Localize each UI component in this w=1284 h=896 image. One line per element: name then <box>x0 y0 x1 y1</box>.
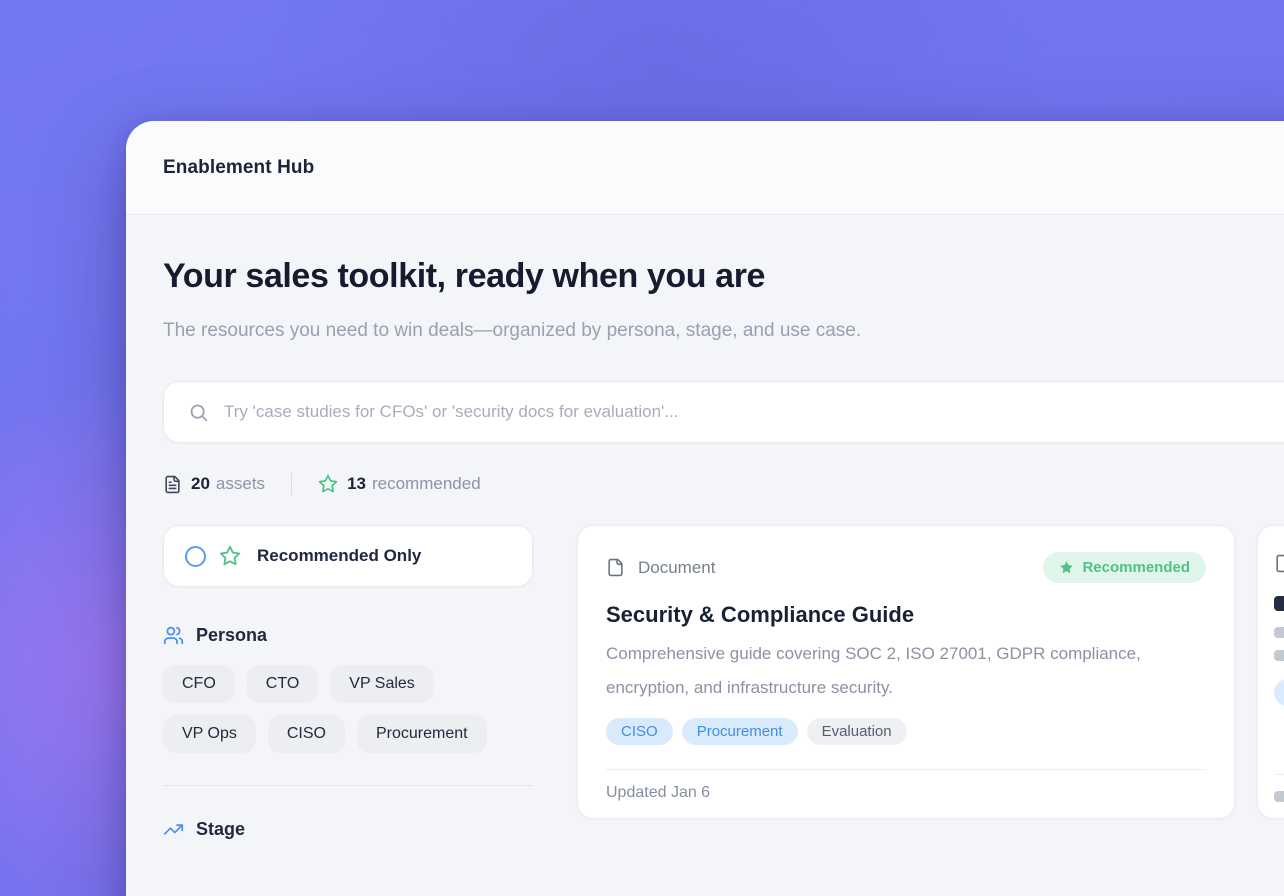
asset-type-label: Document <box>638 558 715 578</box>
persona-chips: CFO CTO VP Sales VP Ops CISO Procurement <box>163 665 533 753</box>
persona-chip-vp-ops[interactable]: VP Ops <box>163 715 256 753</box>
clipped-text-fragment <box>1274 627 1284 638</box>
assets-label: assets <box>216 474 265 493</box>
content-layout: Recommended Only Persona CFO CTO VP Sale… <box>163 525 1284 840</box>
stats-divider <box>291 473 292 495</box>
asset-cards: Document Recommended Security & Complian… <box>577 525 1284 819</box>
search-bar[interactable] <box>163 381 1284 443</box>
stage-section-label: Stage <box>196 819 245 840</box>
persona-chip-vp-sales[interactable]: VP Sales <box>330 665 434 703</box>
asset-card-security-compliance-guide[interactable]: Document Recommended Security & Complian… <box>577 525 1235 819</box>
asset-updated-date: Updated Jan 6 <box>606 769 1206 802</box>
recommended-count-group: 13 recommended <box>318 474 481 494</box>
page-subtitle: The resources you need to win deals—orga… <box>163 311 883 351</box>
main-content: Your sales toolkit, ready when you are T… <box>126 215 1284 840</box>
recommended-badge: Recommended <box>1043 552 1206 583</box>
tag-ciso: CISO <box>606 718 673 745</box>
asset-description: Comprehensive guide covering SOC 2, ISO … <box>606 637 1206 705</box>
persona-section-label: Persona <box>196 625 267 646</box>
star-icon <box>1059 560 1074 575</box>
clipped-title-fragment <box>1274 596 1284 611</box>
recommended-only-label: Recommended Only <box>257 546 421 566</box>
stage-filter-section: Stage <box>163 819 533 840</box>
sidebar-divider <box>163 785 533 786</box>
persona-chip-ciso[interactable]: CISO <box>268 715 345 753</box>
file-icon <box>606 556 625 579</box>
persona-filter-section: Persona CFO CTO VP Sales VP Ops CISO Pro… <box>163 625 533 753</box>
search-icon <box>188 402 209 423</box>
app-title: Enablement Hub <box>163 157 314 179</box>
file-text-icon <box>163 475 182 494</box>
assets-count: 20 <box>191 474 210 493</box>
page-title: Your sales toolkit, ready when you are <box>163 257 1284 295</box>
persona-chip-procurement[interactable]: Procurement <box>357 715 487 753</box>
clipped-tag-fragment <box>1274 679 1284 706</box>
assets-count-group: 20 assets <box>163 474 265 494</box>
asset-title: Security & Compliance Guide <box>606 602 1206 628</box>
recommended-badge-label: Recommended <box>1082 559 1190 576</box>
search-input[interactable] <box>224 402 1284 422</box>
asset-card-clipped[interactable] <box>1257 525 1284 819</box>
toggle-circle-icon[interactable] <box>185 546 206 567</box>
users-icon <box>163 625 184 646</box>
recommended-only-toggle[interactable]: Recommended Only <box>163 525 533 587</box>
recommended-label: recommended <box>372 474 481 493</box>
persona-chip-cto[interactable]: CTO <box>247 665 318 703</box>
app-header: Enablement Hub <box>126 121 1284 215</box>
clipped-footer-fragment <box>1274 774 1284 802</box>
clipped-text-fragment <box>1274 650 1284 661</box>
app-panel: Enablement Hub Your sales toolkit, ready… <box>126 121 1284 896</box>
tag-evaluation: Evaluation <box>807 718 907 745</box>
persona-chip-cfo[interactable]: CFO <box>163 665 235 703</box>
file-icon <box>1274 552 1284 575</box>
recommended-count: 13 <box>347 474 366 493</box>
asset-tags: CISO Procurement Evaluation <box>606 718 1206 745</box>
star-icon <box>318 474 338 494</box>
stats-row: 20 assets 13 recommended <box>163 473 1284 495</box>
star-icon <box>219 545 241 567</box>
filters-sidebar: Recommended Only Persona CFO CTO VP Sale… <box>163 525 533 840</box>
trending-up-icon <box>163 819 184 840</box>
tag-procurement: Procurement <box>682 718 798 745</box>
page: { "theme": { "background_purple": "#7174… <box>0 0 1284 896</box>
